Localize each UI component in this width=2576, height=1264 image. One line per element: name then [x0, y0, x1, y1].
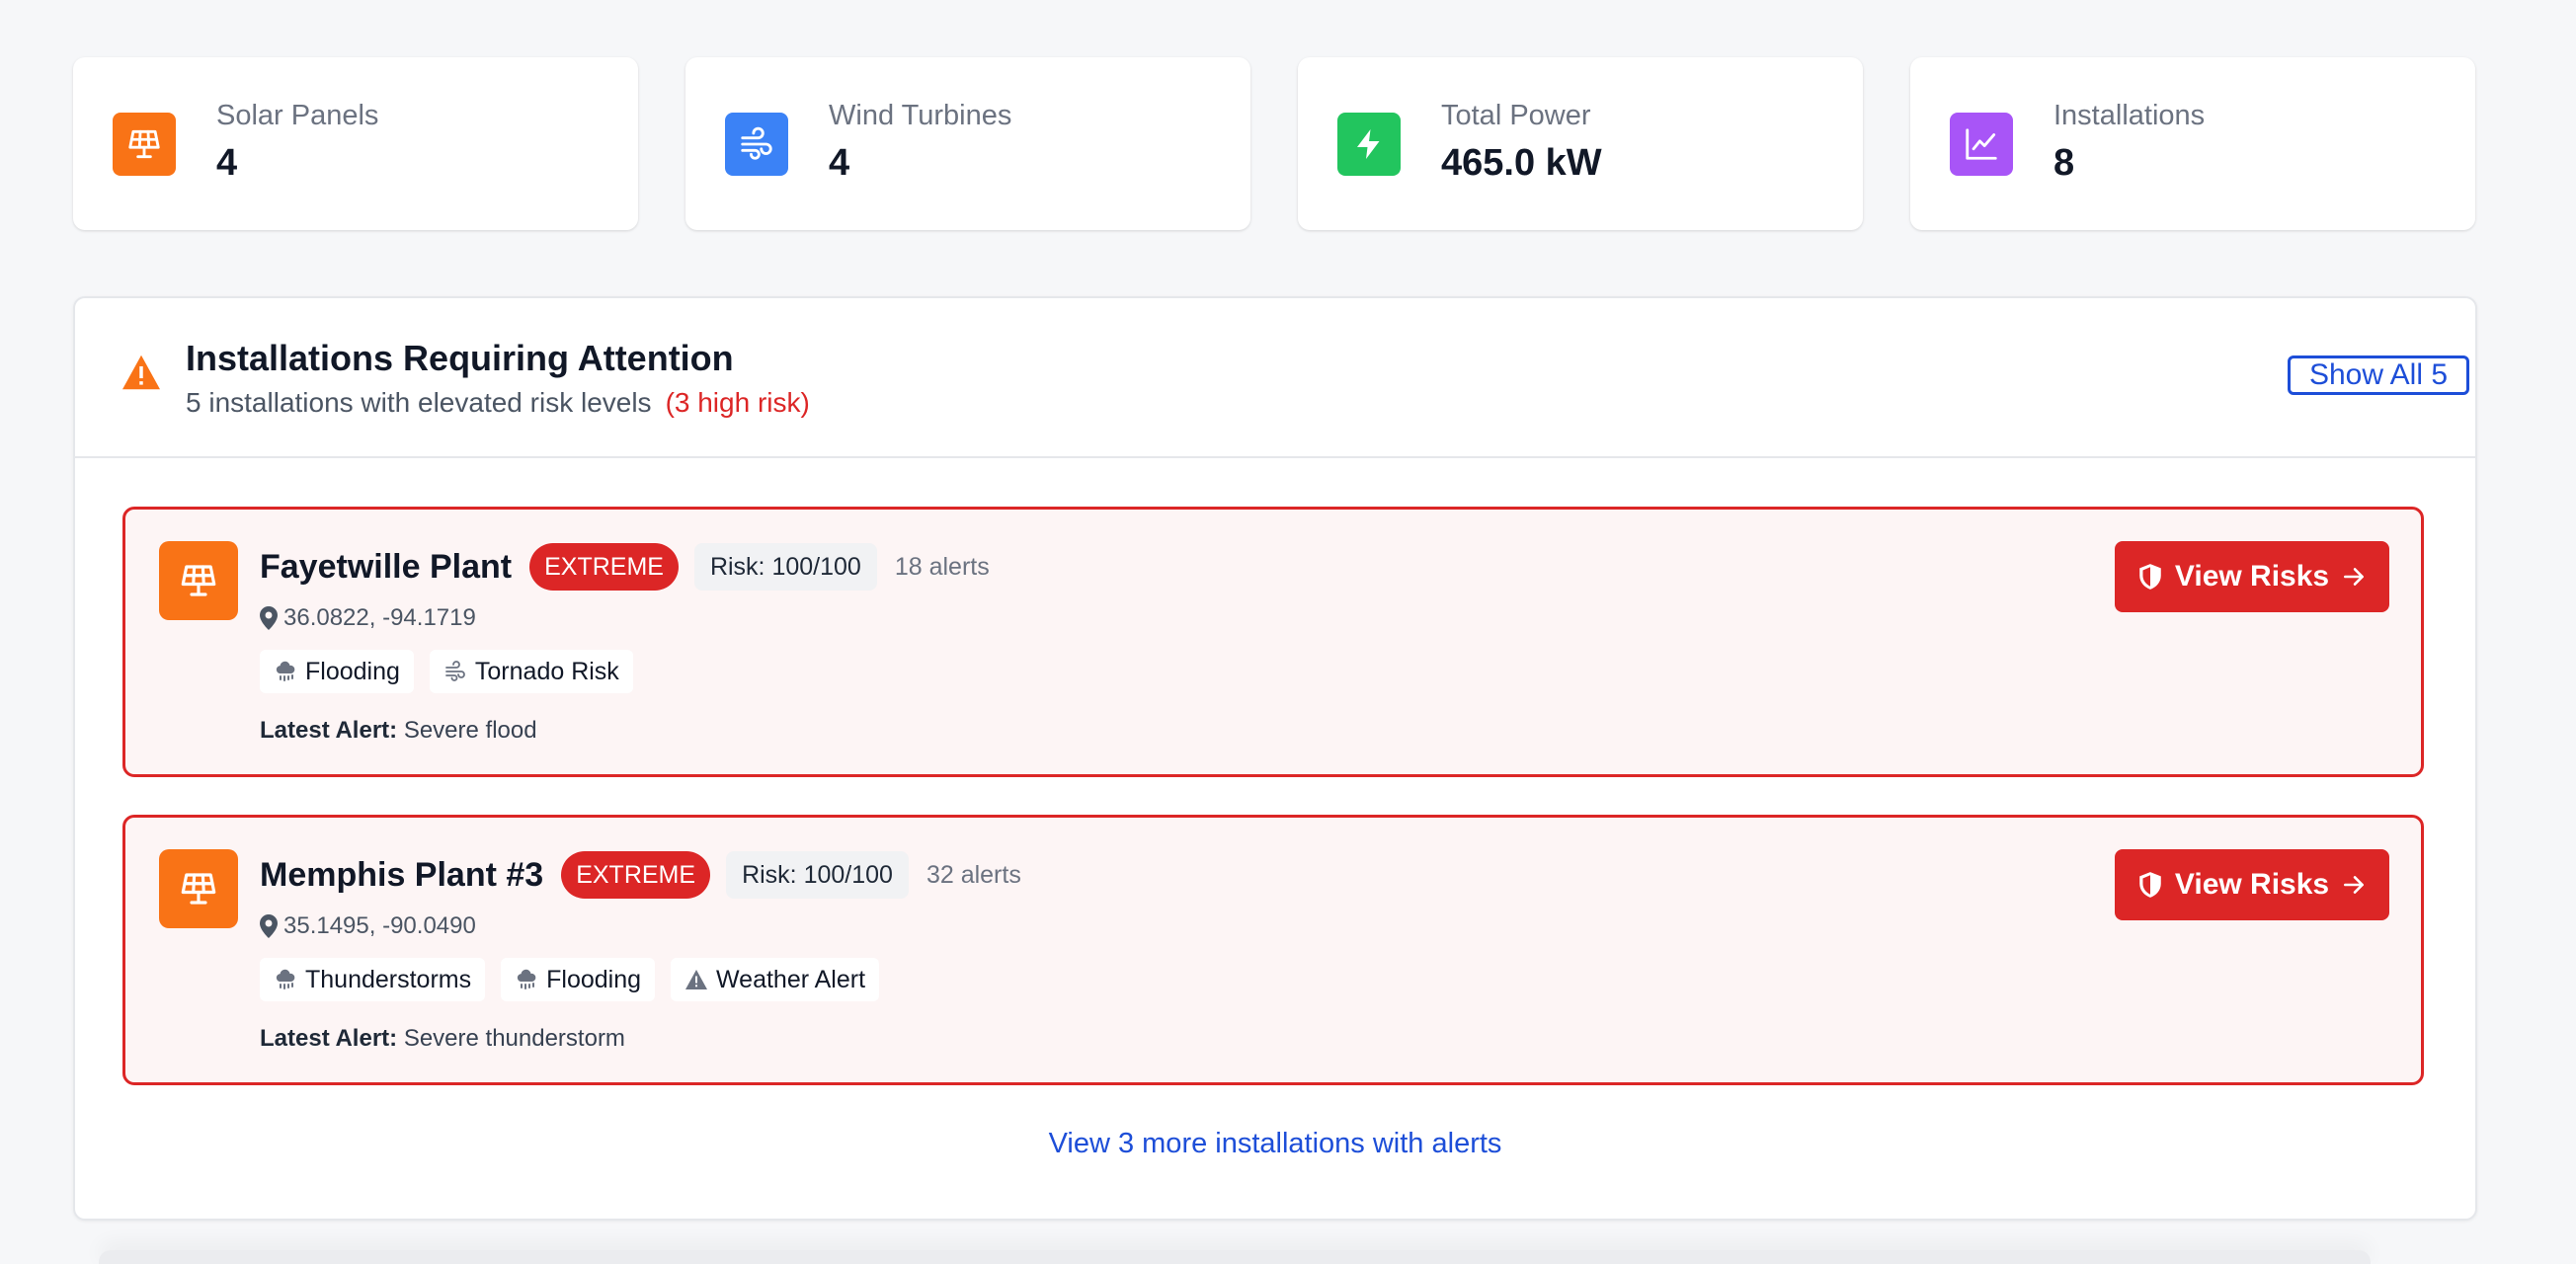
stat-card-solar-panels: Solar Panels 4 — [73, 57, 638, 230]
rain-icon — [276, 661, 295, 681]
solar-panel-icon — [113, 113, 176, 176]
alert-count: 32 alerts — [926, 860, 1021, 889]
risk-tag-label: Flooding — [305, 657, 400, 685]
risk-tags: Thunderstorms Flooding Weather Alert — [260, 958, 895, 1001]
risk-score-badge: Risk: 100/100 — [693, 543, 877, 591]
coordinates-text: 36.0822, -94.1719 — [283, 604, 476, 631]
shield-icon — [2139, 564, 2161, 590]
risk-tags: Flooding Tornado Risk — [260, 650, 649, 693]
rain-icon — [276, 969, 295, 989]
rain-icon — [517, 969, 536, 989]
latest-alert: Latest Alert: Severe flood — [260, 717, 537, 745]
latest-alert-label: Latest Alert: — [260, 717, 398, 744]
stat-value: 4 — [216, 142, 238, 184]
attention-subtitle: 5 installations with elevated risk level… — [186, 387, 810, 419]
risk-tag: Weather Alert — [671, 958, 880, 1001]
stat-label: Total Power — [1441, 100, 1591, 131]
risk-tag-label: Tornado Risk — [474, 657, 619, 685]
high-risk-count: (3 high risk) — [665, 387, 810, 418]
stat-label: Installations — [2053, 100, 2206, 131]
lightning-icon — [1337, 113, 1401, 176]
risk-tag: Tornado Risk — [429, 650, 633, 693]
installation-card[interactable]: Memphis Plant #3 EXTREME Risk: 100/100 3… — [122, 815, 2424, 1085]
coordinates-text: 35.1495, -90.0490 — [283, 912, 476, 939]
chart-line-icon — [1950, 113, 2013, 176]
view-risks-button[interactable]: View Risks — [2115, 849, 2389, 920]
stat-value: 465.0 kW — [1441, 142, 1602, 184]
installation-name: Fayetwille Plant — [260, 547, 513, 586]
coordinates: 35.1495, -90.0490 — [260, 912, 476, 940]
severity-badge: EXTREME — [529, 543, 679, 591]
arrow-right-icon — [2344, 876, 2365, 894]
warning-icon — [685, 970, 708, 989]
risk-score-badge: Risk: 100/100 — [726, 851, 909, 899]
show-all-button[interactable]: Show All 5 — [2288, 356, 2469, 395]
attention-subtitle-text: 5 installations with elevated risk level… — [186, 387, 652, 418]
wind-icon — [725, 113, 788, 176]
map-pin-icon — [260, 914, 278, 938]
view-risks-label: View Risks — [2174, 868, 2330, 901]
latest-alert: Latest Alert: Severe thunderstorm — [260, 1025, 625, 1053]
stat-card-total-power: Total Power 465.0 kW — [1298, 57, 1863, 230]
alert-count: 18 alerts — [894, 552, 990, 581]
warning-icon — [121, 354, 162, 391]
view-risks-label: View Risks — [2174, 560, 2330, 592]
stat-card-wind-turbines: Wind Turbines 4 — [685, 57, 1250, 230]
risk-tag-label: Thunderstorms — [305, 965, 472, 993]
stat-label: Wind Turbines — [829, 100, 1012, 131]
coordinates: 36.0822, -94.1719 — [260, 604, 476, 632]
solar-panel-icon — [159, 541, 238, 620]
next-section-edge — [99, 1250, 2371, 1264]
shield-icon — [2139, 872, 2161, 898]
attention-header: Installations Requiring Attention 5 inst… — [75, 298, 2475, 458]
installation-card[interactable]: Fayetwille Plant EXTREME Risk: 100/100 1… — [122, 507, 2424, 777]
view-risks-button[interactable]: View Risks — [2115, 541, 2389, 612]
stat-card-installations: Installations 8 — [1910, 57, 2475, 230]
latest-alert-text: Severe flood — [403, 717, 537, 744]
risk-tag-label: Weather Alert — [716, 965, 866, 993]
risk-tag: Flooding — [260, 650, 414, 693]
risk-tag: Flooding — [501, 958, 656, 1001]
latest-alert-label: Latest Alert: — [260, 1025, 398, 1052]
severity-badge: EXTREME — [561, 851, 711, 899]
attention-panel: Installations Requiring Attention 5 inst… — [73, 296, 2477, 1221]
view-more-installations-link[interactable]: View 3 more installations with alerts — [75, 1128, 2475, 1160]
risk-tag-label: Flooding — [546, 965, 642, 993]
stat-value: 8 — [2053, 142, 2075, 184]
solar-panel-icon — [159, 849, 238, 928]
risk-tag: Thunderstorms — [260, 958, 486, 1001]
stat-value: 4 — [829, 142, 850, 184]
stat-label: Solar Panels — [216, 100, 379, 131]
attention-title: Installations Requiring Attention — [186, 338, 734, 378]
installation-name: Memphis Plant #3 — [260, 855, 544, 894]
latest-alert-text: Severe thunderstorm — [403, 1025, 625, 1052]
map-pin-icon — [260, 606, 278, 630]
arrow-right-icon — [2344, 568, 2365, 586]
wind-icon — [445, 661, 465, 681]
